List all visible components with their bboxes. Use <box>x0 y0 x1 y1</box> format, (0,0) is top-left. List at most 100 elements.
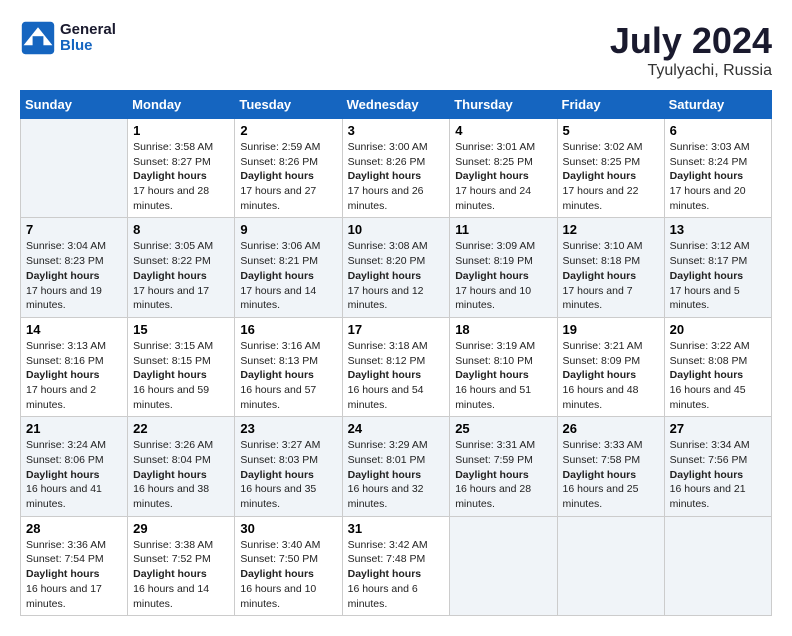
day-info: Sunrise: 3:04 AMSunset: 8:23 PMDaylight … <box>26 239 122 312</box>
calendar-cell: 2 Sunrise: 2:59 AMSunset: 8:26 PMDaylight… <box>235 119 342 218</box>
day-number: 28 <box>26 521 122 536</box>
day-info: Sunrise: 3:40 AMSunset: 7:50 PMDaylight … <box>240 538 336 611</box>
calendar-table: SundayMondayTuesdayWednesdayThursdayFrid… <box>20 90 772 616</box>
day-number: 12 <box>563 222 659 237</box>
day-number: 9 <box>240 222 336 237</box>
day-number: 7 <box>26 222 122 237</box>
day-number: 19 <box>563 322 659 337</box>
day-number: 11 <box>455 222 551 237</box>
col-header-tuesday: Tuesday <box>235 91 342 119</box>
day-info: Sunrise: 3:16 AMSunset: 8:13 PMDaylight … <box>240 339 336 412</box>
daylight-label: Daylight hours <box>670 369 744 381</box>
daylight-label: Daylight hours <box>26 568 100 580</box>
daylight-label: Daylight hours <box>670 170 744 182</box>
calendar-cell: 30 Sunrise: 3:40 AMSunset: 7:50 PMDayligh… <box>235 516 342 615</box>
day-info: Sunrise: 3:10 AMSunset: 8:18 PMDaylight … <box>563 239 659 312</box>
daylight-label: Daylight hours <box>455 369 529 381</box>
calendar-cell: 29Sunrise: 3:38 AMSunset: 7:52 PMDayligh… <box>128 516 235 615</box>
day-info: Sunrise: 3:00 AMSunset: 8:26 PMDaylight … <box>348 140 445 213</box>
calendar-cell: 5Sunrise: 3:02 AMSunset: 8:25 PMDaylight… <box>557 119 664 218</box>
day-info: Sunrise: 3:36 AMSunset: 7:54 PMDaylight … <box>26 538 122 611</box>
col-header-saturday: Saturday <box>664 91 771 119</box>
calendar-cell: 28 Sunrise: 3:36 AMSunset: 7:54 PMDayligh… <box>21 516 128 615</box>
day-number: 14 <box>26 322 122 337</box>
calendar-week-row: 28 Sunrise: 3:36 AMSunset: 7:54 PMDayligh… <box>21 516 772 615</box>
day-number: 5 <box>563 123 659 138</box>
day-number: 4 <box>455 123 551 138</box>
col-header-wednesday: Wednesday <box>342 91 450 119</box>
calendar-body: 1Sunrise: 3:58 AMSunset: 8:27 PMDaylight… <box>21 119 772 616</box>
daylight-label: Daylight hours <box>26 369 100 381</box>
day-number: 15 <box>133 322 229 337</box>
location: Tyulyachi, Russia <box>610 62 772 80</box>
daylight-label: Daylight hours <box>133 170 207 182</box>
day-number: 18 <box>455 322 551 337</box>
day-info: Sunrise: 3:24 AMSunset: 8:06 PMDaylight … <box>26 438 122 511</box>
day-info: Sunrise: 3:29 AMSunset: 8:01 PMDaylight … <box>348 438 445 511</box>
daylight-label: Daylight hours <box>348 568 422 580</box>
day-info: Sunrise: 3:26 AMSunset: 8:04 PMDaylight … <box>133 438 229 511</box>
day-info: Sunrise: 3:08 AMSunset: 8:20 PMDaylight … <box>348 239 445 312</box>
calendar-week-row: 1Sunrise: 3:58 AMSunset: 8:27 PMDaylight… <box>21 119 772 218</box>
daylight-label: Daylight hours <box>670 270 744 282</box>
day-info: Sunrise: 3:12 AMSunset: 8:17 PMDaylight … <box>670 239 766 312</box>
calendar-cell: 11 Sunrise: 3:09 AMSunset: 8:19 PMDayligh… <box>450 218 557 317</box>
calendar-cell: 3Sunrise: 3:00 AMSunset: 8:26 PMDaylight… <box>342 119 450 218</box>
daylight-label: Daylight hours <box>563 170 637 182</box>
day-number: 2 <box>240 123 336 138</box>
col-header-thursday: Thursday <box>450 91 557 119</box>
calendar-cell: 14 Sunrise: 3:13 AMSunset: 8:16 PMDayligh… <box>21 317 128 416</box>
daylight-label: Daylight hours <box>133 369 207 381</box>
calendar-cell <box>21 119 128 218</box>
page-header: General Blue July 2024 Tyulyachi, Russia <box>20 20 772 80</box>
day-info: Sunrise: 3:13 AMSunset: 8:16 PMDaylight … <box>26 339 122 412</box>
day-number: 16 <box>240 322 336 337</box>
daylight-label: Daylight hours <box>348 369 422 381</box>
daylight-label: Daylight hours <box>348 469 422 481</box>
daylight-label: Daylight hours <box>133 568 207 580</box>
calendar-week-row: 7 Sunrise: 3:04 AMSunset: 8:23 PMDaylight… <box>21 218 772 317</box>
day-number: 8 <box>133 222 229 237</box>
calendar-cell: 8Sunrise: 3:05 AMSunset: 8:22 PMDaylight… <box>128 218 235 317</box>
calendar-cell: 24Sunrise: 3:29 AMSunset: 8:01 PMDayligh… <box>342 417 450 516</box>
day-number: 13 <box>670 222 766 237</box>
calendar-cell: 21Sunrise: 3:24 AMSunset: 8:06 PMDayligh… <box>21 417 128 516</box>
day-number: 10 <box>348 222 445 237</box>
day-info: Sunrise: 2:59 AMSunset: 8:26 PMDaylight … <box>240 140 336 213</box>
day-info: Sunrise: 3:22 AMSunset: 8:08 PMDaylight … <box>670 339 766 412</box>
daylight-label: Daylight hours <box>240 568 314 580</box>
day-number: 22 <box>133 421 229 436</box>
col-header-sunday: Sunday <box>21 91 128 119</box>
calendar-cell: 20 Sunrise: 3:22 AMSunset: 8:08 PMDayligh… <box>664 317 771 416</box>
logo-line2: Blue <box>60 38 116 55</box>
day-number: 29 <box>133 521 229 536</box>
col-header-friday: Friday <box>557 91 664 119</box>
daylight-label: Daylight hours <box>133 270 207 282</box>
day-info: Sunrise: 3:33 AMSunset: 7:58 PMDaylight … <box>563 438 659 511</box>
day-info: Sunrise: 3:27 AMSunset: 8:03 PMDaylight … <box>240 438 336 511</box>
daylight-label: Daylight hours <box>563 369 637 381</box>
calendar-cell: 16 Sunrise: 3:16 AMSunset: 8:13 PMDayligh… <box>235 317 342 416</box>
calendar-header-row: SundayMondayTuesdayWednesdayThursdayFrid… <box>21 91 772 119</box>
day-number: 30 <box>240 521 336 536</box>
day-info: Sunrise: 3:09 AMSunset: 8:19 PMDaylight … <box>455 239 551 312</box>
daylight-label: Daylight hours <box>240 170 314 182</box>
day-number: 6 <box>670 123 766 138</box>
month-year: July 2024 <box>610 20 772 62</box>
daylight-label: Daylight hours <box>240 270 314 282</box>
day-info: Sunrise: 3:15 AMSunset: 8:15 PMDaylight … <box>133 339 229 412</box>
daylight-label: Daylight hours <box>240 369 314 381</box>
daylight-label: Daylight hours <box>670 469 744 481</box>
daylight-label: Daylight hours <box>26 469 100 481</box>
calendar-cell: 1Sunrise: 3:58 AMSunset: 8:27 PMDaylight… <box>128 119 235 218</box>
calendar-cell: 27Sunrise: 3:34 AMSunset: 7:56 PMDayligh… <box>664 417 771 516</box>
day-info: Sunrise: 3:31 AMSunset: 7:59 PMDaylight … <box>455 438 551 511</box>
calendar-cell: 19Sunrise: 3:21 AMSunset: 8:09 PMDayligh… <box>557 317 664 416</box>
daylight-label: Daylight hours <box>133 469 207 481</box>
calendar-cell: 22 Sunrise: 3:26 AMSunset: 8:04 PMDayligh… <box>128 417 235 516</box>
day-info: Sunrise: 3:03 AMSunset: 8:24 PMDaylight … <box>670 140 766 213</box>
daylight-label: Daylight hours <box>240 469 314 481</box>
calendar-cell: 18Sunrise: 3:19 AMSunset: 8:10 PMDayligh… <box>450 317 557 416</box>
calendar-cell: 15 Sunrise: 3:15 AMSunset: 8:15 PMDayligh… <box>128 317 235 416</box>
day-number: 20 <box>670 322 766 337</box>
